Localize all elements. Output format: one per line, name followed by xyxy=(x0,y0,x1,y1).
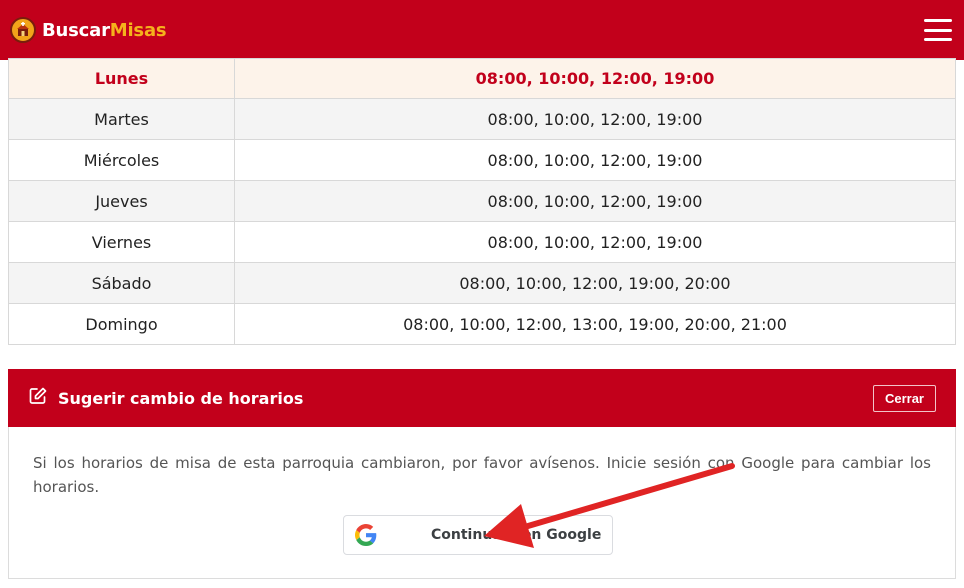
brand-logo-link[interactable]: BuscarMisas xyxy=(10,17,167,43)
continue-with-google-button[interactable]: Continuar con Google xyxy=(343,515,613,555)
schedule-times: 08:00, 10:00, 12:00, 19:00 xyxy=(234,98,956,140)
brand-name: BuscarMisas xyxy=(42,19,167,41)
close-button[interactable]: Cerrar xyxy=(872,384,936,412)
schedule-times: 08:00, 10:00, 12:00, 19:00 xyxy=(234,180,956,222)
schedule-day: Lunes xyxy=(8,58,235,99)
schedule-times: 08:00, 10:00, 12:00, 19:00, 20:00 xyxy=(234,262,956,304)
menu-bar xyxy=(924,28,952,32)
schedule-day: Jueves xyxy=(8,180,235,222)
church-emblem-icon xyxy=(10,17,36,43)
schedule-times: 08:00, 10:00, 12:00, 13:00, 19:00, 20:00… xyxy=(234,303,956,345)
schedule-day: Miércoles xyxy=(8,139,235,181)
mass-schedule-table: Lunes 08:00, 10:00, 12:00, 19:00 Martes … xyxy=(8,58,956,345)
google-g-icon xyxy=(355,524,377,546)
schedule-times: 08:00, 10:00, 12:00, 19:00 xyxy=(234,58,956,99)
schedule-day: Martes xyxy=(8,98,235,140)
schedule-day: Sábado xyxy=(8,262,235,304)
hamburger-menu-icon[interactable] xyxy=(924,19,952,41)
schedule-row-sabado: Sábado 08:00, 10:00, 12:00, 19:00, 20:00 xyxy=(8,262,956,304)
schedule-day: Viernes xyxy=(8,221,235,263)
schedule-row-jueves: Jueves 08:00, 10:00, 12:00, 19:00 xyxy=(8,180,956,222)
brand-name-part2: Misas xyxy=(109,19,167,41)
menu-bar xyxy=(924,19,952,22)
schedule-row-viernes: Viernes 08:00, 10:00, 12:00, 19:00 xyxy=(8,221,956,263)
menu-bar xyxy=(924,38,952,41)
edit-icon xyxy=(28,386,48,410)
google-button-label: Continuar con Google xyxy=(431,527,602,543)
suggest-change-body: Si los horarios de misa de esta parroqui… xyxy=(8,427,956,579)
suggest-title: Sugerir cambio de horarios xyxy=(58,388,304,408)
schedule-row-domingo: Domingo 08:00, 10:00, 12:00, 13:00, 19:0… xyxy=(8,303,956,345)
schedule-row-miercoles: Miércoles 08:00, 10:00, 12:00, 19:00 xyxy=(8,139,956,181)
schedule-day: Domingo xyxy=(8,303,235,345)
brand-name-part1: Buscar xyxy=(42,19,110,41)
schedule-row-lunes: Lunes 08:00, 10:00, 12:00, 19:00 xyxy=(8,58,956,99)
schedule-times: 08:00, 10:00, 12:00, 19:00 xyxy=(234,221,956,263)
top-navbar: BuscarMisas xyxy=(0,0,964,60)
suggest-title-group: Sugerir cambio de horarios xyxy=(28,386,303,410)
suggest-change-header: Sugerir cambio de horarios Cerrar xyxy=(8,369,956,427)
schedule-times: 08:00, 10:00, 12:00, 19:00 xyxy=(234,139,956,181)
suggest-description: Si los horarios de misa de esta parroqui… xyxy=(33,454,931,496)
schedule-row-martes: Martes 08:00, 10:00, 12:00, 19:00 xyxy=(8,98,956,140)
